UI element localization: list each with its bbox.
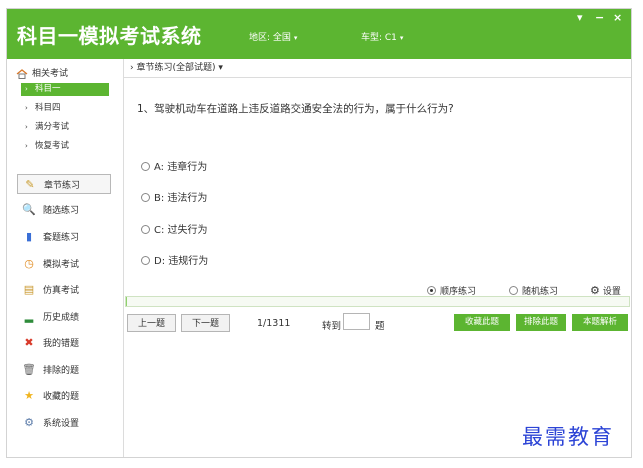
region-label: 地区: 全国 — [249, 33, 291, 43]
sidebar-item-label: 仿真考试 — [43, 286, 80, 296]
breadcrumb-label: 章节练习(全部试题) — [136, 63, 216, 73]
breadcrumb[interactable]: › 章节练习(全部试题) ▾ — [124, 59, 631, 78]
sidebar-item-label: 收藏的题 — [43, 392, 80, 402]
cross-icon: ✖ — [24, 336, 34, 349]
exam-paper-icon: ▤ — [23, 283, 35, 296]
chevron-right-icon: › — [130, 63, 134, 73]
chevron-right-icon: › — [25, 142, 28, 150]
app-window: 科目一模拟考试系统 地区: 全国 ▾ 车型: C1 ▾ ▾ − × 相关考试 › 科目… — [6, 8, 632, 458]
radio-icon — [141, 255, 150, 265]
previous-question-button[interactable]: 上一题 — [127, 314, 176, 332]
radio-icon — [141, 192, 150, 202]
sidebar-subitem-label: 满分考试 — [35, 122, 70, 132]
car-type-selector[interactable]: 车型: C1 ▾ — [361, 30, 403, 43]
books-icon: ▮ — [25, 230, 33, 243]
sidebar-subitem-subject4[interactable]: › 科目四 — [21, 102, 109, 115]
sidebar-subitem-label: 恢复考试 — [35, 141, 70, 151]
radio-icon — [509, 286, 518, 295]
chevron-right-icon: › — [25, 85, 28, 93]
sidebar-item-label: 章节练习 — [44, 181, 81, 191]
search-icon: 🔍 — [22, 203, 36, 216]
sidebar-subitem-label: 科目一 — [35, 84, 61, 94]
question-text: 1、驾驶机动车在道路上违反道路交通安全法的行为，属于什么行为? — [137, 103, 454, 115]
sidebar-item-random-practice[interactable]: 🔍 随选练习 — [17, 200, 111, 220]
trash-icon: 🗑 — [22, 363, 36, 376]
answer-option-c[interactable]: C: 过失行为 — [141, 221, 208, 236]
chevron-down-icon: ▾ — [399, 34, 404, 42]
radio-icon — [141, 224, 150, 234]
radio-checked-icon — [427, 286, 436, 295]
goto-label: 转到 — [322, 321, 342, 332]
title-bar: 科目一模拟考试系统 地区: 全国 ▾ 车型: C1 ▾ ▾ − × — [7, 9, 631, 59]
sidebar-subitem-fullscore[interactable]: › 满分考试 — [21, 121, 109, 134]
sidebar-item-label: 随选练习 — [43, 206, 80, 216]
favorite-question-button[interactable]: 收藏此题 — [454, 314, 510, 331]
sidebar-item-label: 我的错题 — [43, 339, 80, 349]
answer-option-a[interactable]: A: 违章行为 — [141, 158, 207, 173]
question-unit-label: 题 — [375, 321, 385, 332]
answer-option-label: B: 违法行为 — [154, 193, 208, 204]
explanation-button[interactable]: 本题解析 — [572, 314, 628, 331]
exam-category-label: 相关考试 — [32, 69, 69, 79]
radio-icon — [141, 161, 150, 171]
car-type-label: 车型: C1 — [361, 33, 397, 43]
sidebar-subitem-subject1[interactable]: › 科目一 — [21, 83, 109, 96]
sidebar-item-wrong-questions[interactable]: ✖ 我的错题 — [17, 333, 111, 353]
region-selector[interactable]: 地区: 全国 ▾ — [249, 30, 297, 43]
sidebar-subitem-label: 科目四 — [35, 103, 61, 113]
answer-option-label: C: 过失行为 — [154, 225, 208, 236]
question-counter: 1/1311 — [257, 318, 291, 329]
sidebar-item-label: 历史成绩 — [43, 313, 80, 323]
star-icon: ★ — [24, 389, 34, 402]
chevron-down-icon: ▾ — [293, 34, 298, 42]
window-menu-button[interactable]: ▾ — [577, 11, 583, 24]
sidebar: 相关考试 › 科目一 › 科目四 › 满分考试 › 恢复考试 ✎ 章节练习 🔍 随选练习 ▮… — [7, 59, 124, 457]
clock-icon: ◷ — [24, 257, 34, 270]
sidebar-item-mock-exam[interactable]: ◷ 模拟考试 — [17, 254, 111, 274]
sidebar-item-favorite-questions[interactable]: ★ 收藏的题 — [17, 386, 111, 406]
chevron-down-icon: ▾ — [218, 63, 223, 73]
home-icon — [16, 68, 28, 79]
answer-option-b[interactable]: B: 违法行为 — [141, 189, 207, 204]
sidebar-item-system-settings[interactable]: ⚙ 系统设置 — [17, 413, 111, 433]
chevron-right-icon: › — [25, 104, 28, 112]
next-question-button[interactable]: 下一题 — [181, 314, 230, 332]
pencil-icon: ✎ — [25, 178, 35, 191]
answer-option-label: D: 违规行为 — [154, 256, 209, 267]
sidebar-subitem-resume[interactable]: › 恢复考试 — [21, 140, 109, 153]
sidebar-item-set-practice[interactable]: ▮ 套题练习 — [17, 227, 111, 247]
sidebar-item-label: 套题练习 — [43, 233, 80, 243]
close-button[interactable]: × — [613, 11, 622, 24]
sidebar-item-label: 排除的题 — [43, 366, 80, 376]
sidebar-item-label: 系统设置 — [43, 419, 80, 429]
sidebar-item-excluded-questions[interactable]: 🗑 排除的题 — [17, 360, 111, 380]
bar-chart-icon: ▂ — [24, 310, 34, 323]
chevron-right-icon: › — [25, 123, 28, 131]
minimize-button[interactable]: − — [595, 11, 604, 24]
main-panel: › 章节练习(全部试题) ▾ 1、驾驶机动车在道路上违反道路交通安全法的行为，属… — [124, 59, 631, 457]
sidebar-item-simulation-exam[interactable]: ▤ 仿真考试 — [17, 280, 111, 300]
sidebar-item-history-scores[interactable]: ▂ 历史成绩 — [17, 307, 111, 327]
answer-option-d[interactable]: D: 违规行为 — [141, 252, 208, 267]
exam-category-header[interactable]: 相关考试 — [16, 66, 68, 79]
exclude-question-button[interactable]: 排除此题 — [516, 314, 566, 331]
progress-bar — [125, 296, 630, 307]
sidebar-item-label: 模拟考试 — [43, 260, 80, 270]
gear-icon: ⚙ — [24, 416, 34, 429]
watermark-logo: 最需教育 — [522, 425, 614, 449]
goto-question-input[interactable] — [343, 313, 370, 330]
app-title: 科目一模拟考试系统 — [17, 24, 202, 48]
answer-option-label: A: 违章行为 — [154, 162, 208, 173]
sidebar-item-chapter-practice[interactable]: ✎ 章节练习 — [17, 174, 111, 194]
